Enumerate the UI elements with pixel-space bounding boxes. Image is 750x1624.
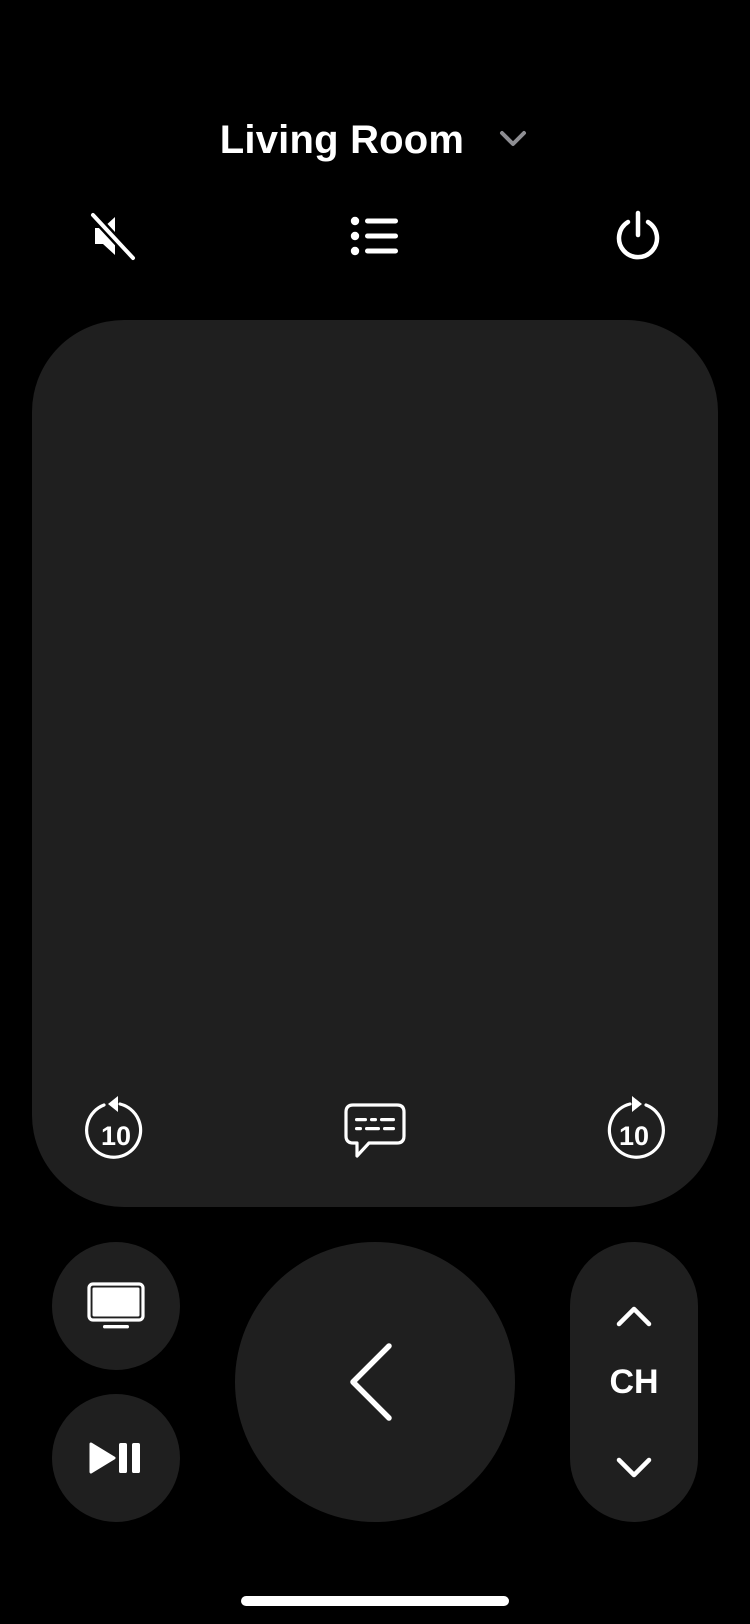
captions-bubble-icon [344, 1103, 406, 1158]
mute-button[interactable] [79, 202, 147, 270]
skip-back-button[interactable]: 10 [84, 1092, 148, 1160]
speaker-slash-icon [88, 210, 138, 262]
guide-list-button[interactable] [341, 202, 409, 270]
device-picker[interactable]: Living Room [0, 108, 750, 172]
skip-back-seconds: 10 [101, 1121, 131, 1151]
chevron-up-icon [616, 1306, 652, 1327]
skip-forward-10-icon: 10 [607, 1096, 665, 1159]
chevron-down-icon [500, 131, 527, 146]
home-indicator[interactable] [241, 1596, 509, 1606]
play-pause-button[interactable] [52, 1394, 180, 1522]
tv-home-button[interactable] [52, 1242, 180, 1370]
list-icon [350, 216, 398, 256]
skip-forward-button[interactable]: 10 [602, 1092, 666, 1160]
captions-button[interactable] [343, 1102, 407, 1162]
channel-down-button[interactable] [614, 1448, 654, 1488]
power-button[interactable] [604, 202, 672, 270]
tv-icon [87, 1282, 145, 1329]
device-name: Living Room [219, 117, 465, 162]
skip-back-10-icon: 10 [85, 1096, 143, 1159]
power-icon [616, 210, 660, 260]
channel-up-button[interactable] [614, 1296, 654, 1336]
skip-forward-seconds: 10 [619, 1121, 649, 1151]
channel-label: CH [609, 1363, 659, 1401]
chevron-left-icon [350, 1343, 392, 1421]
play-pause-icon [89, 1442, 140, 1474]
touchpad[interactable]: 10 10 [32, 320, 718, 1207]
channel-control: CH [570, 1242, 698, 1522]
chevron-down-icon [616, 1457, 652, 1478]
back-button[interactable] [235, 1242, 515, 1522]
